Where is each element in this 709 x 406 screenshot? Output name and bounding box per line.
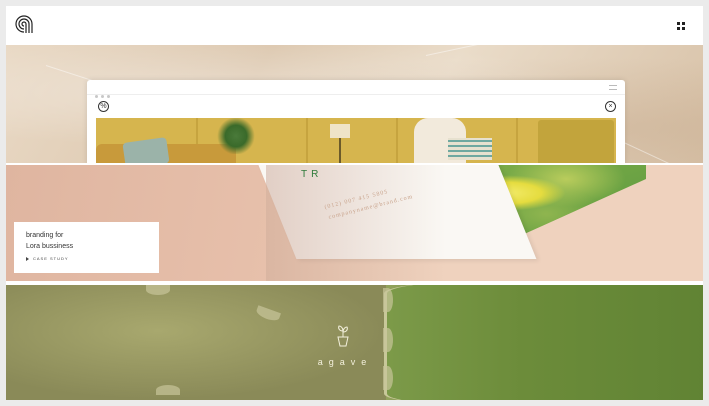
- top-navigation-bar: [6, 6, 703, 45]
- case-title-line2: Lora bussiness: [26, 243, 74, 250]
- potted-plant-icon: [337, 325, 349, 347]
- branding-case-panel[interactable]: TR (012) 007 415 5805 companyname@brand.…: [6, 165, 703, 281]
- close-icon[interactable]: ×: [605, 101, 616, 112]
- play-arrow-icon: [26, 257, 29, 261]
- card-brand-text: TR: [301, 169, 323, 180]
- percent-icon[interactable]: %: [98, 101, 109, 112]
- agave-brand-text: agave: [317, 357, 373, 367]
- concentric-arcs-logo-icon[interactable]: [13, 13, 35, 35]
- interior-photo: [96, 118, 616, 163]
- agave-leaf-left: [6, 285, 386, 400]
- browser-mockup: % ×: [87, 80, 625, 163]
- case-title-line1: branding for: [26, 232, 64, 239]
- agave-leaf-right: [384, 285, 703, 400]
- portfolio-frame: % × TR (012) 007 415 5805 companyname@br…: [6, 6, 703, 400]
- grid-menu-icon[interactable]: [677, 22, 685, 30]
- hamburger-icon: [609, 85, 617, 90]
- interior-showcase-panel[interactable]: % ×: [6, 45, 703, 163]
- agave-panel[interactable]: agave: [6, 285, 703, 400]
- case-study-link[interactable]: CASE STUDY: [33, 256, 69, 261]
- case-study-card[interactable]: branding for Lora bussiness CASE STUDY: [14, 222, 159, 273]
